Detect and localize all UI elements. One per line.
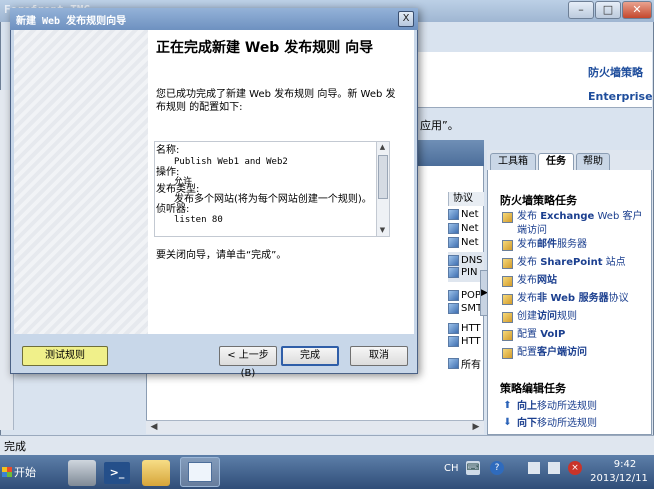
scroll-left-icon[interactable]: ◀	[148, 421, 160, 433]
network-icon[interactable]	[548, 462, 560, 474]
protocol-icon	[448, 323, 459, 334]
close-button[interactable]: ✕	[622, 1, 652, 19]
tab-tasks[interactable]: 任务	[538, 153, 574, 170]
protocol-item[interactable]: PIN	[448, 267, 477, 278]
protocol-item[interactable]: 所有	[448, 356, 481, 371]
publish-icon	[502, 258, 513, 269]
summary-value: listen 80	[174, 215, 223, 225]
policy-description-text: 应用”。	[420, 119, 459, 132]
arrow-up-icon: ⬆	[503, 400, 512, 411]
rule-icon	[502, 312, 513, 323]
volume-muted-icon[interactable]: ×	[568, 461, 582, 475]
protocol-icon	[448, 303, 459, 314]
policy-title: 防火墙策略	[588, 66, 643, 79]
protocol-item[interactable]: Net	[448, 209, 479, 220]
enterprise-label: Enterprise	[588, 90, 653, 103]
wizard-side-graphic	[14, 30, 148, 334]
server-manager-icon[interactable]	[68, 460, 96, 486]
rules-horizontal-scrollbar[interactable]	[146, 420, 484, 434]
protocol-icon	[448, 358, 459, 369]
client-access-icon	[502, 348, 513, 359]
clock-time[interactable]: 9:42	[600, 459, 650, 470]
status-bar	[0, 435, 654, 455]
protocol-item[interactable]: HTT	[448, 323, 481, 334]
protocol-column-header[interactable]: 协议	[448, 192, 484, 206]
finish-button[interactable]: 完成	[281, 346, 339, 366]
cancel-button[interactable]: 取消	[350, 346, 408, 366]
task-move-up[interactable]: ⬆ 向上移动所选规则	[502, 400, 645, 414]
edit-tasks-heading: 策略编辑任务	[500, 382, 566, 395]
summary-value: Publish Web1 and Web2	[174, 157, 288, 167]
task-configure-voip[interactable]: 配置 VoIP	[502, 328, 645, 342]
protocol-icon	[448, 336, 459, 347]
summary-scroll-thumb[interactable]	[378, 155, 388, 199]
publish-icon	[502, 240, 513, 251]
task-publish-non-web[interactable]: 发布非 Web 服务器协议	[502, 292, 645, 306]
scroll-right-icon[interactable]: ▶	[470, 421, 482, 433]
clock-date[interactable]: 2013/12/11	[588, 473, 650, 484]
maximize-button[interactable]: □	[595, 1, 621, 19]
arrow-down-icon: ⬇	[503, 417, 512, 428]
protocol-icon	[448, 267, 459, 278]
minimize-button[interactable]: –	[568, 1, 594, 19]
language-indicator[interactable]: CH	[444, 463, 459, 474]
start-button[interactable]: 开始	[2, 458, 42, 486]
protocol-icon	[448, 209, 459, 220]
task-configure-client-access[interactable]: 配置客户端访问	[502, 346, 645, 360]
protocol-item[interactable]: SMT	[448, 303, 482, 314]
publish-icon	[502, 212, 513, 223]
status-text: 完成	[4, 440, 26, 453]
back-button[interactable]: < 上一步(B)	[219, 346, 277, 379]
tab-help[interactable]: 帮助	[576, 153, 610, 170]
protocol-icon	[448, 223, 459, 234]
tasks-heading: 防火墙策略任务	[500, 194, 577, 207]
protocol-icon	[448, 255, 459, 266]
windows-logo-icon	[2, 467, 12, 477]
wizard-title: 新建 Web 发布规则向导	[16, 16, 127, 27]
protocol-item[interactable]: DNS	[448, 255, 483, 266]
help-icon[interactable]: ?	[490, 461, 504, 475]
publish-icon	[502, 276, 513, 287]
test-rule-button[interactable]: 测试规则	[22, 346, 108, 366]
wizard-close-button[interactable]: X	[398, 11, 414, 27]
task-create-access-rule[interactable]: 创建访问规则	[502, 310, 645, 324]
wizard-heading: 正在完成新建 Web 发布规则 向导	[156, 40, 374, 56]
wizard-close-note: 要关闭向导，请单击“完成”。	[156, 250, 287, 261]
task-publish-mail[interactable]: 发布邮件服务器	[502, 238, 645, 252]
task-publish-sharepoint[interactable]: 发布 SharePoint 站点	[502, 256, 645, 270]
scroll-down-icon[interactable]: ▼	[377, 226, 388, 234]
scroll-up-icon[interactable]: ▲	[377, 143, 388, 151]
protocol-item[interactable]: POP	[448, 290, 481, 301]
tmg-console-icon	[188, 462, 212, 482]
protocol-icon	[448, 290, 459, 301]
publish-icon	[502, 294, 513, 305]
tab-toolbox[interactable]: 工具箱	[490, 153, 536, 170]
task-publish-website[interactable]: 发布网站	[502, 274, 645, 288]
keyboard-icon[interactable]: ⌨	[466, 461, 480, 475]
action-center-icon[interactable]	[528, 462, 540, 474]
task-move-down[interactable]: ⬇ 向下移动所选规则	[502, 417, 645, 431]
summary-value: 发布多个网站(将为每个网站创建一个规则)。	[174, 194, 372, 205]
protocol-item[interactable]: Net	[448, 237, 479, 248]
protocol-item[interactable]: Net	[448, 223, 479, 234]
powershell-icon[interactable]: >_	[104, 462, 130, 484]
protocol-icon	[448, 237, 459, 248]
protocol-item[interactable]: HTT	[448, 336, 481, 347]
folder-icon[interactable]	[142, 460, 170, 486]
task-publish-exchange[interactable]: 发布 Exchange Web 客户端访问	[502, 210, 645, 238]
wizard-intro-text: 您已成功完成了新建 Web 发布规则 向导。新 Web 发布规则 的配置如下:	[156, 89, 396, 113]
voip-icon	[502, 330, 513, 341]
